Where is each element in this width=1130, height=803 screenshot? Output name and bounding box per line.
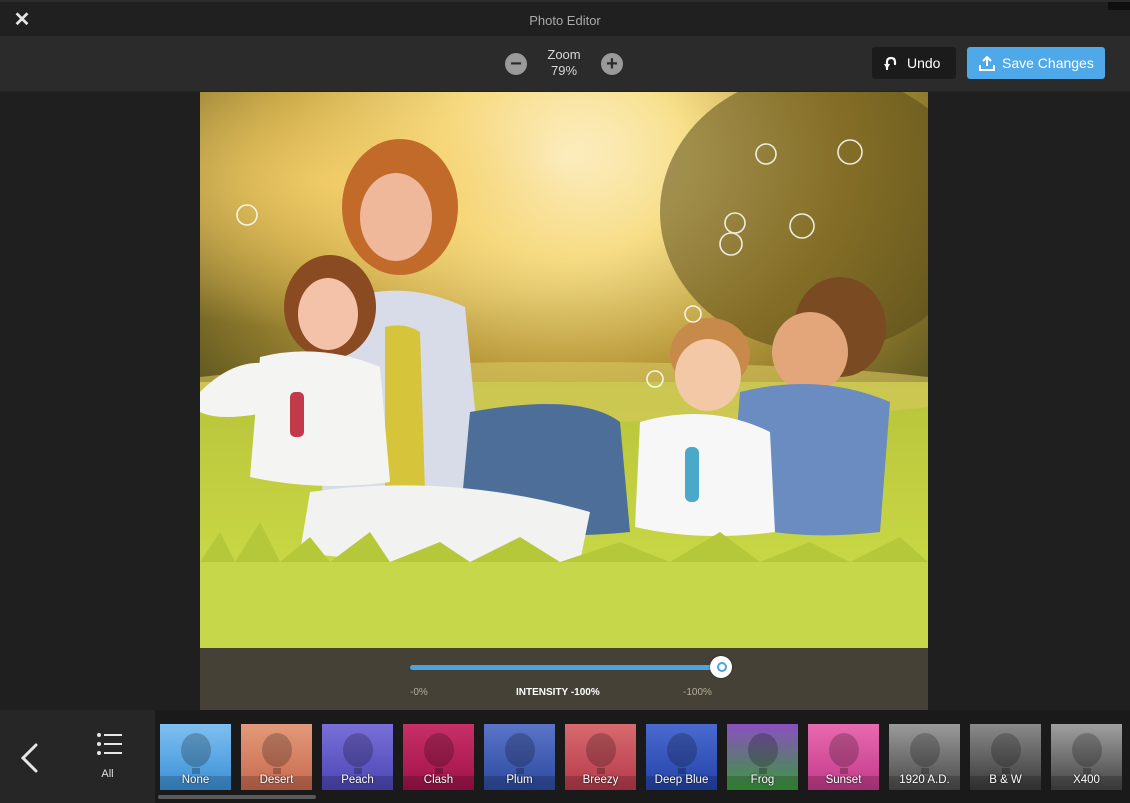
filter-label: Frog — [750, 774, 775, 786]
zoom-value: 79% — [550, 63, 578, 78]
filter-label: Clash — [423, 774, 454, 786]
filter-scrollbar[interactable] — [158, 795, 316, 799]
filter-thumbnail[interactable]: B & W — [970, 724, 1041, 790]
filter-thumbnail[interactable]: Plum — [484, 724, 555, 790]
titlebar-edge — [1108, 2, 1130, 10]
intensity-track[interactable] — [410, 665, 722, 670]
filter-thumbnail[interactable]: Deep Blue — [646, 724, 717, 790]
intensity-label: INTENSITY -100% — [516, 687, 600, 698]
filter-label: 1920 A.D. — [899, 774, 950, 786]
undo-label: Undo — [907, 55, 941, 71]
filter-thumbnail[interactable]: Sunset — [808, 724, 879, 790]
filter-bar: All None Desert Peach Clash Plum Breezy … — [0, 710, 1130, 803]
filter-label: None — [181, 774, 210, 786]
list-icon — [97, 733, 122, 755]
all-label: All — [101, 768, 114, 780]
filter-label: B & W — [989, 774, 1022, 786]
filter-thumbnail[interactable]: 1920 A.D. — [889, 724, 960, 790]
filter-thumbnail[interactable]: Desert — [241, 724, 312, 790]
filter-thumbnail[interactable]: Frog — [727, 724, 798, 790]
intensity-slider-handle[interactable] — [710, 656, 732, 678]
intensity-min-label: -0% — [410, 687, 428, 698]
filter-label: Plum — [506, 774, 533, 786]
title-bar: ✕ Photo Editor — [0, 0, 1130, 36]
toolbar: − Zoom 79% + Undo Save Changes — [0, 36, 1130, 92]
filter-thumbnail[interactable]: X400 — [1051, 724, 1122, 790]
filter-thumbnail[interactable]: Clash — [403, 724, 474, 790]
back-button[interactable] — [0, 710, 60, 803]
intensity-max-label: -100% — [683, 687, 712, 698]
filter-label: X400 — [1073, 774, 1100, 786]
filter-label: Breezy — [582, 774, 619, 786]
upload-icon — [979, 55, 995, 71]
filter-thumbnail[interactable]: None — [160, 724, 231, 790]
filter-thumbnail[interactable]: Breezy — [565, 724, 636, 790]
filter-thumbnail[interactable]: Peach — [322, 724, 393, 790]
intensity-panel: -0% INTENSITY -100% -100% — [200, 648, 928, 710]
zoom-in-button[interactable]: + — [601, 53, 623, 75]
window-title: Photo Editor — [529, 13, 601, 28]
zoom-label: Zoom — [547, 47, 581, 62]
photo-preview — [200, 92, 928, 648]
filter-label: Desert — [259, 774, 294, 786]
undo-icon — [884, 56, 897, 71]
filter-label: Sunset — [825, 774, 862, 786]
zoom-indicator: Zoom 79% — [530, 47, 598, 79]
save-changes-label: Save Changes — [1002, 55, 1094, 71]
save-changes-button[interactable]: Save Changes — [967, 47, 1105, 79]
chevron-left-icon — [20, 743, 38, 773]
zoom-out-button[interactable]: − — [505, 53, 527, 75]
filter-label: Deep Blue — [654, 774, 709, 786]
all-filters-button[interactable]: All — [60, 710, 155, 803]
undo-button[interactable]: Undo — [872, 47, 956, 79]
filter-label: Peach — [341, 774, 374, 786]
family-photo-image — [200, 92, 928, 648]
